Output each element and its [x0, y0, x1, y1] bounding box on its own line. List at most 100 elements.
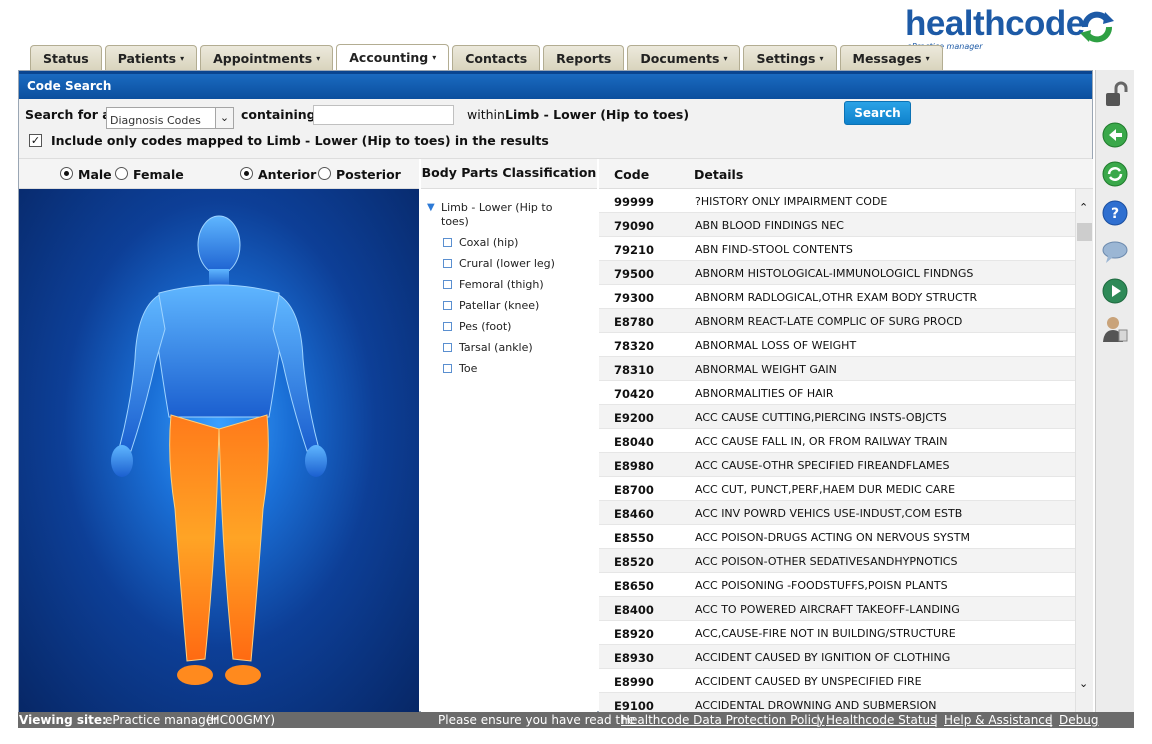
row-code: E8990: [614, 675, 654, 689]
table-row[interactable]: 78320 ABNORMAL LOSS OF WEIGHT: [599, 333, 1075, 357]
row-details: ABNORMAL WEIGHT GAIN: [695, 363, 837, 376]
scroll-down-icon[interactable]: ⌄: [1079, 677, 1088, 690]
lock-open-icon[interactable]: [1100, 80, 1130, 110]
tab-contacts[interactable]: Contacts: [452, 45, 541, 70]
row-details: ACC POISON-DRUGS ACTING ON NERVOUS SYSTM: [695, 531, 970, 544]
tab-appointments[interactable]: Appointments ▾: [200, 45, 334, 70]
table-row[interactable]: 99999 ?HISTORY ONLY IMPAIRMENT CODE: [599, 189, 1075, 213]
table-row[interactable]: 79300 ABNORM RADLOGICAL,OTHR EXAM BODY ST…: [599, 285, 1075, 309]
search-button[interactable]: Search: [844, 101, 911, 125]
row-details: ACC,CAUSE-FIRE NOT IN BUILDING/STRUCTURE: [695, 627, 956, 640]
caret-down-icon: ▾: [819, 53, 824, 63]
row-details: ACC TO POWERED AIRCRAFT TAKEOFF-LANDING: [695, 603, 960, 616]
tree-root-item[interactable]: Limb - Lower (Hip to toes): [441, 201, 556, 229]
row-details: ABNORMAL LOSS OF WEIGHT: [695, 339, 857, 352]
tab-messages[interactable]: Messages ▾: [839, 45, 943, 70]
checkbox-icon: [443, 343, 452, 352]
within-value: Limb - Lower (Hip to toes): [505, 107, 690, 122]
chat-icon[interactable]: [1100, 237, 1130, 267]
table-row[interactable]: E8460 ACC INV POWRD VEHICS USE-INDUST,COM…: [599, 501, 1075, 525]
table-row[interactable]: E8400 ACC TO POWERED AIRCRAFT TAKEOFF-LAN…: [599, 597, 1075, 621]
row-details: ABN FIND-STOOL CONTENTS: [695, 243, 853, 256]
main-nav-tabs: Status Patients ▾ Appointments ▾ Accounting ▾ C…: [30, 44, 943, 70]
row-details: ACCIDENT CAUSED BY UNSPECIFIED FIRE: [695, 675, 922, 688]
body-part-item[interactable]: Toe: [443, 362, 477, 375]
checkbox-icon: [443, 364, 452, 373]
brand-logo-icon: [1080, 11, 1114, 43]
tab-documents[interactable]: Documents ▾: [627, 45, 741, 70]
posterior-radio[interactable]: [318, 167, 331, 180]
include-only-checkbox[interactable]: ✓: [29, 134, 42, 147]
code-column-header: Code: [614, 167, 650, 182]
tree-expand-icon[interactable]: ▼: [427, 202, 435, 213]
row-code: 78310: [614, 363, 655, 377]
table-row[interactable]: E8780 ABNORM REACT-LATE COMPLIC OF SURG P…: [599, 309, 1075, 333]
table-row[interactable]: 70420 ABNORMALITIES OF HAIR: [599, 381, 1075, 405]
caret-down-icon: ▾: [432, 53, 437, 62]
tab-status[interactable]: Status: [30, 45, 102, 70]
table-row[interactable]: E8550 ACC POISON-DRUGS ACTING ON NERVOUS …: [599, 525, 1075, 549]
code-type-value: Diagnosis Codes: [110, 114, 201, 127]
site-code: (HC00GMY): [206, 713, 276, 727]
table-row[interactable]: E8930 ACCIDENT CAUSED BY IGNITION OF CLOT…: [599, 645, 1075, 669]
forward-icon[interactable]: [1100, 276, 1130, 306]
anterior-label: Anterior: [258, 167, 317, 182]
posterior-label: Posterior: [336, 167, 401, 182]
code-type-select[interactable]: Diagnosis Codes ⌄: [106, 107, 234, 129]
row-code: E8930: [614, 651, 654, 665]
table-row[interactable]: E8990 ACCIDENT CAUSED BY UNSPECIFIED FIRE: [599, 669, 1075, 693]
body-part-item[interactable]: Crural (lower leg): [443, 257, 555, 270]
containing-input[interactable]: [313, 105, 454, 125]
body-map[interactable]: [19, 189, 419, 712]
table-row[interactable]: E8980 ACC CAUSE-OTHR SPECIFIED FIREANDFLA…: [599, 453, 1075, 477]
data-protection-link[interactable]: Healthcode Data Protection Policy: [621, 712, 825, 728]
tab-patients[interactable]: Patients ▾: [104, 45, 198, 70]
table-row[interactable]: 78310 ABNORMAL WEIGHT GAIN: [599, 357, 1075, 381]
panel-title: Code Search: [19, 71, 1092, 99]
table-row[interactable]: E8040 ACC CAUSE FALL IN, OR FROM RAILWAY …: [599, 429, 1075, 453]
footer-separator: |: [934, 713, 939, 727]
female-radio[interactable]: [115, 167, 128, 180]
body-part-item[interactable]: Patellar (knee): [443, 299, 539, 312]
footer-bar: Viewing site: ePractice manager (HC00GMY…: [18, 712, 1134, 743]
back-icon[interactable]: [1100, 120, 1130, 150]
row-code: E8980: [614, 459, 654, 473]
help-assistance-link[interactable]: Help & Assistance: [944, 712, 1052, 728]
table-row[interactable]: E8700 ACC CUT, PUNCT,PERF,HAEM DUR MEDIC …: [599, 477, 1075, 501]
row-details: ACC CUT, PUNCT,PERF,HAEM DUR MEDIC CARE: [695, 483, 956, 496]
body-part-label: Femoral (thigh): [459, 278, 544, 291]
caret-down-icon: ▾: [316, 53, 321, 63]
debug-mode-link[interactable]: Debug Mode: [1059, 712, 1134, 744]
tab-label: Status: [43, 50, 89, 66]
scroll-up-icon[interactable]: ⌃: [1079, 201, 1088, 214]
tab-reports[interactable]: Reports: [543, 45, 625, 70]
checkbox-icon: [443, 301, 452, 310]
row-code: 79500: [614, 267, 655, 281]
codes-scrollbar[interactable]: ⌃ ⌄: [1075, 189, 1093, 712]
body-part-item[interactable]: Tarsal (ankle): [443, 341, 533, 354]
user-icon[interactable]: [1100, 314, 1130, 344]
tab-settings[interactable]: Settings ▾: [743, 45, 837, 70]
table-row[interactable]: 79500 ABNORM HISTOLOGICAL-IMMUNOLOGICL FI…: [599, 261, 1075, 285]
body-part-item[interactable]: Pes (foot): [443, 320, 511, 333]
details-column-header: Details: [694, 167, 744, 182]
table-row[interactable]: E8920 ACC,CAUSE-FIRE NOT IN BUILDING/STRU…: [599, 621, 1075, 645]
row-details: ABNORMALITIES OF HAIR: [695, 387, 834, 400]
help-icon[interactable]: ?: [1100, 198, 1130, 228]
table-row[interactable]: 79210 ABN FIND-STOOL CONTENTS: [599, 237, 1075, 261]
body-part-item[interactable]: Coxal (hip): [443, 236, 518, 249]
healthcode-status-link[interactable]: Healthcode Status: [826, 712, 936, 728]
row-code: E8550: [614, 531, 654, 545]
view-options: Male Female Anterior Posterior: [19, 159, 419, 189]
refresh-icon[interactable]: [1100, 159, 1130, 189]
table-row[interactable]: E9100 ACCIDENTAL DROWNING AND SUBMERSION: [599, 693, 1075, 712]
scroll-thumb[interactable]: [1077, 223, 1092, 241]
table-row[interactable]: E8520 ACC POISON-OTHER SEDATIVESANDHYPNOT…: [599, 549, 1075, 573]
male-radio[interactable]: [60, 167, 73, 180]
body-part-item[interactable]: Femoral (thigh): [443, 278, 544, 291]
table-row[interactable]: E9200 ACC CAUSE CUTTING,PIERCING INSTS-OB…: [599, 405, 1075, 429]
table-row[interactable]: E8650 ACC POISONING -FOODSTUFFS,POISN PLA…: [599, 573, 1075, 597]
table-row[interactable]: 79090 ABN BLOOD FINDINGS NEC: [599, 213, 1075, 237]
anterior-radio[interactable]: [240, 167, 253, 180]
tab-accounting[interactable]: Accounting ▾: [336, 44, 450, 70]
